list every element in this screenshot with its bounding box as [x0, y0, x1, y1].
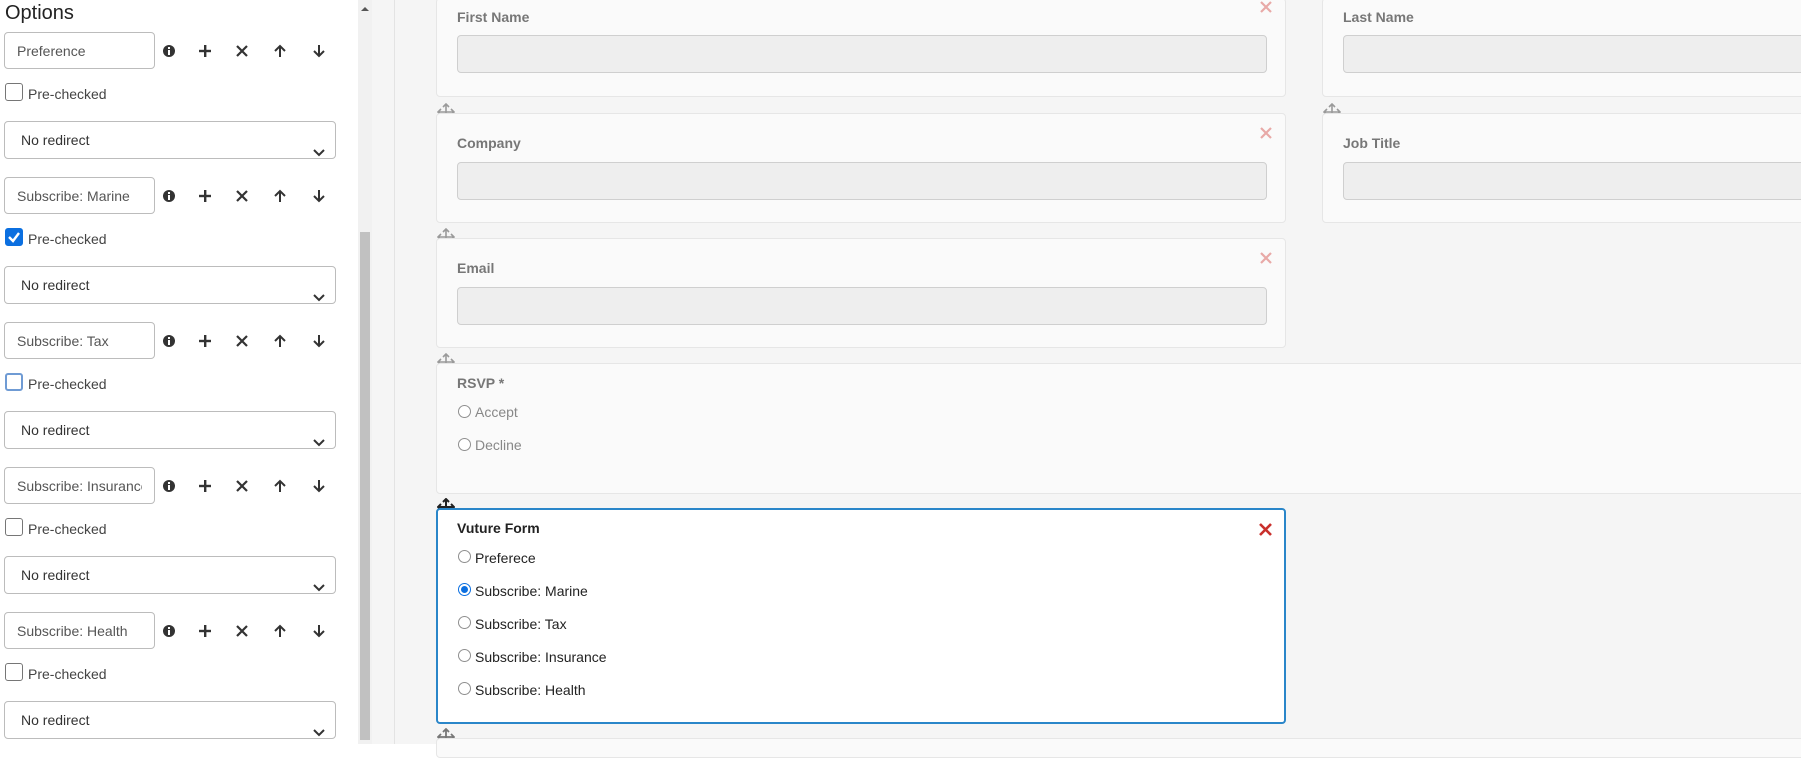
first-name-input-preview	[457, 35, 1267, 73]
options-panel: Options Pre-checked No redirect Pre-chec…	[0, 0, 358, 744]
info-icon[interactable]	[158, 40, 180, 62]
prechecked-checkbox[interactable]	[5, 228, 23, 246]
prechecked-label: Pre-checked	[28, 231, 107, 247]
info-icon[interactable]	[158, 620, 180, 642]
email-input-preview	[457, 287, 1267, 325]
field-label: Email	[457, 260, 495, 276]
radio-label: Subscribe: Health	[475, 682, 586, 698]
prechecked-checkbox[interactable]	[5, 83, 23, 101]
canvas-divider	[394, 0, 395, 744]
field-card-first-name[interactable]: First Name	[436, 0, 1286, 97]
plus-icon[interactable]	[194, 185, 216, 207]
arrow-down-icon[interactable]	[308, 40, 330, 62]
field-label: Vuture Form	[457, 520, 540, 536]
plus-icon[interactable]	[194, 620, 216, 642]
redirect-select[interactable]: No redirect	[4, 701, 336, 739]
redirect-select[interactable]: No redirect	[4, 121, 336, 159]
close-icon[interactable]	[231, 185, 253, 207]
field-card-job-title[interactable]: Job Title	[1322, 113, 1801, 223]
chevron-down-icon	[313, 715, 325, 744]
field-card-vuture-form[interactable]: Vuture Form Preferece Subscribe: Marine …	[436, 508, 1286, 724]
prechecked-label: Pre-checked	[28, 521, 107, 537]
info-icon[interactable]	[158, 475, 180, 497]
field-card-email[interactable]: Email	[436, 238, 1286, 348]
chevron-down-icon	[313, 280, 325, 316]
radio-label: Subscribe: Insurance	[475, 649, 607, 665]
last-name-input-preview	[1343, 35, 1801, 73]
close-icon[interactable]	[231, 620, 253, 642]
redirect-select[interactable]: No redirect	[4, 411, 336, 449]
close-icon[interactable]	[231, 40, 253, 62]
prechecked-label: Pre-checked	[28, 666, 107, 682]
arrow-up-icon[interactable]	[269, 185, 291, 207]
radio-label: Accept	[475, 404, 518, 420]
panel-scrollbar-thumb[interactable]	[360, 232, 370, 740]
field-card-last-name[interactable]: Last Name	[1322, 0, 1801, 97]
arrow-down-icon[interactable]	[308, 185, 330, 207]
arrow-down-icon[interactable]	[308, 330, 330, 352]
chevron-down-icon	[313, 425, 325, 461]
option-value-input[interactable]	[4, 612, 155, 649]
job-title-input-preview	[1343, 162, 1801, 200]
field-card-next[interactable]	[436, 738, 1801, 758]
remove-field-icon[interactable]	[1259, 251, 1273, 265]
field-label: RSVP *	[457, 375, 505, 391]
vuture-radio[interactable]	[458, 649, 471, 662]
vuture-radio[interactable]	[458, 583, 471, 596]
rsvp-radio-decline[interactable]	[458, 438, 471, 451]
close-icon[interactable]	[231, 475, 253, 497]
radio-label: Preferece	[475, 550, 536, 566]
arrow-up-icon[interactable]	[269, 620, 291, 642]
prechecked-checkbox[interactable]	[5, 518, 23, 536]
remove-field-icon[interactable]	[1259, 0, 1273, 14]
radio-label: Subscribe: Marine	[475, 583, 588, 599]
vuture-radio[interactable]	[458, 682, 471, 695]
arrow-down-icon[interactable]	[308, 475, 330, 497]
arrow-up-icon[interactable]	[269, 40, 291, 62]
info-icon[interactable]	[158, 330, 180, 352]
plus-icon[interactable]	[194, 475, 216, 497]
option-value-input[interactable]	[4, 32, 155, 69]
field-label: Job Title	[1343, 135, 1401, 151]
field-card-rsvp[interactable]: RSVP * Accept Decline	[436, 363, 1801, 494]
vuture-radio[interactable]	[458, 550, 471, 563]
company-input-preview	[457, 162, 1267, 200]
radio-label: Decline	[475, 437, 522, 453]
option-value-input[interactable]	[4, 177, 155, 214]
chevron-down-icon	[313, 135, 325, 171]
checkmark-icon	[8, 232, 20, 243]
prechecked-checkbox[interactable]	[5, 373, 23, 391]
chevron-down-icon	[313, 570, 325, 606]
vuture-radio[interactable]	[458, 616, 471, 629]
rsvp-radio-accept[interactable]	[458, 405, 471, 418]
remove-field-icon[interactable]	[1259, 126, 1273, 140]
arrow-up-icon[interactable]	[269, 475, 291, 497]
prechecked-label: Pre-checked	[28, 376, 107, 392]
prechecked-checkbox[interactable]	[5, 663, 23, 681]
field-label: Last Name	[1343, 9, 1414, 25]
prechecked-label: Pre-checked	[28, 86, 107, 102]
radio-label: Subscribe: Tax	[475, 616, 567, 632]
option-value-input[interactable]	[4, 322, 155, 359]
options-title: Options	[5, 2, 74, 24]
info-icon[interactable]	[158, 185, 180, 207]
field-label: First Name	[457, 9, 530, 25]
arrow-down-icon[interactable]	[308, 620, 330, 642]
remove-field-icon[interactable]	[1258, 522, 1272, 536]
close-icon[interactable]	[231, 330, 253, 352]
arrow-up-icon[interactable]	[269, 330, 291, 352]
scroll-up-arrow-icon[interactable]	[359, 0, 371, 11]
field-label: Company	[457, 135, 521, 151]
field-card-company[interactable]: Company	[436, 113, 1286, 223]
redirect-select[interactable]: No redirect	[4, 556, 336, 594]
plus-icon[interactable]	[194, 330, 216, 352]
plus-icon[interactable]	[194, 40, 216, 62]
option-value-input[interactable]	[4, 467, 155, 504]
redirect-select[interactable]: No redirect	[4, 266, 336, 304]
